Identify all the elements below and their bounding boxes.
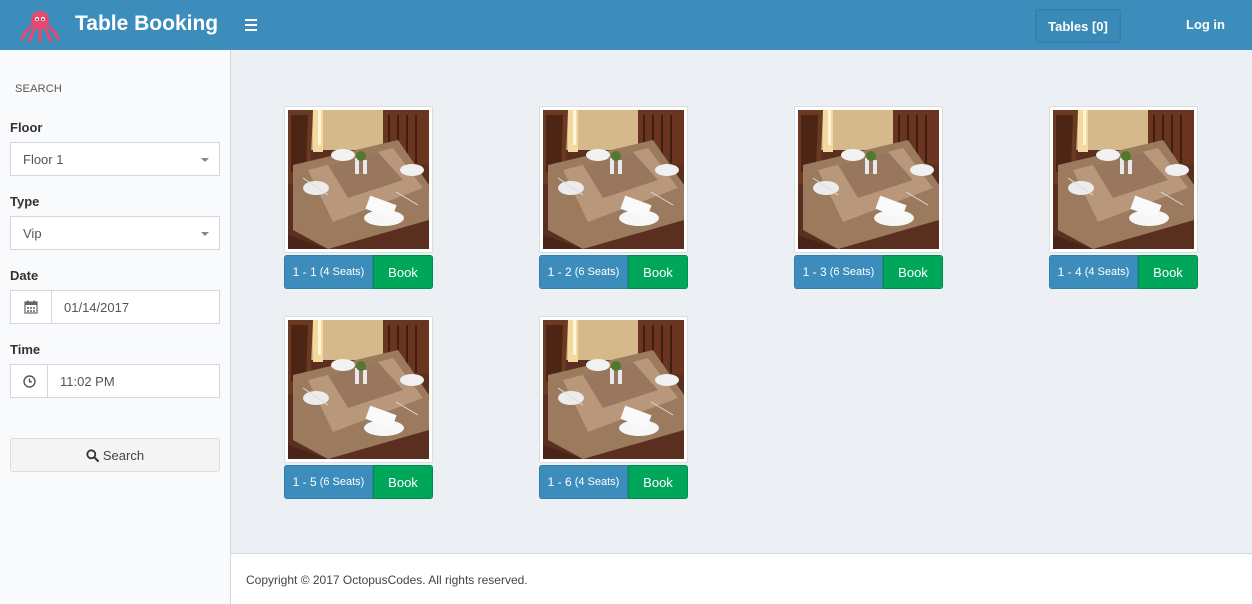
table-name: 1 - 4 [1057,265,1082,279]
table-name: 1 - 6 [547,475,572,489]
clock-icon[interactable] [11,365,48,397]
search-button-label: Search [102,447,145,463]
type-select[interactable]: Vip [10,216,220,250]
table-name: 1 - 1 [292,265,317,279]
table-seats: (6 Seats) [319,476,365,488]
table-card: 1 - 3 (6 Seats) Book [794,106,943,289]
tables-cart-button[interactable]: Tables [0] [1035,9,1121,43]
brand-title[interactable]: Table Booking [75,12,218,36]
table-name: 1 - 2 [547,265,572,279]
table-card: 1 - 5 (6 Seats) Book [284,316,433,499]
table-photo [543,110,684,249]
table-card: 1 - 2 (6 Seats) Book [539,106,688,289]
table-seats: (6 Seats) [574,266,620,278]
table-seats: (6 Seats) [829,266,875,278]
time-input-group[interactable]: 11:02 PM [10,364,220,398]
floor-select[interactable]: Floor 1 [10,142,220,176]
floor-select-value: Floor 1 [23,151,64,167]
type-select-value: Vip [23,225,42,241]
caret-down-icon [201,158,209,162]
table-name: 1 - 3 [802,265,827,279]
sidebar-toggle-icon[interactable] [240,14,262,36]
table-name-button[interactable]: 1 - 6 (4 Seats) [539,465,628,499]
table-thumbnail [1049,106,1198,253]
book-button[interactable]: Book [883,255,943,289]
search-heading: SEARCH [15,83,63,95]
table-card: 1 - 4 (4 Seats) Book [1049,106,1198,289]
table-name-button[interactable]: 1 - 3 (6 Seats) [794,255,883,289]
caret-down-icon [201,232,209,236]
table-name: 1 - 5 [292,475,317,489]
table-thumbnail [539,316,688,463]
table-thumbnail [284,316,433,463]
book-button[interactable]: Book [1138,255,1198,289]
floor-label: Floor [10,120,43,135]
copyright-text: Copyright © 2017 OctopusCodes. All right… [246,573,528,587]
table-seats: (4 Seats) [319,266,365,278]
table-thumbnail [794,106,943,253]
time-label: Time [10,342,41,357]
login-link[interactable]: Log in [1186,17,1225,32]
table-photo [1053,110,1194,249]
table-seats: (4 Seats) [1084,266,1130,278]
book-button[interactable]: Book [373,255,433,289]
date-input-group[interactable]: 01/14/2017 [10,290,220,324]
table-photo [288,320,429,459]
table-name-button[interactable]: 1 - 1 (4 Seats) [284,255,373,289]
table-seats: (4 Seats) [574,476,620,488]
search-icon [86,448,99,462]
table-name-button[interactable]: 1 - 5 (6 Seats) [284,465,373,499]
octopus-logo-icon [20,11,60,43]
calendar-icon[interactable] [11,291,52,323]
brand[interactable]: Table Booking [0,0,230,50]
table-card: 1 - 6 (4 Seats) Book [539,316,688,499]
table-photo [288,110,429,249]
date-input[interactable]: 01/14/2017 [52,291,219,323]
search-sidebar: SEARCH Floor Floor 1 Type Vip Date 01/14… [0,50,231,604]
book-button[interactable]: Book [628,465,688,499]
table-name-button[interactable]: 1 - 2 (6 Seats) [539,255,628,289]
table-thumbnail [284,106,433,253]
table-card: 1 - 1 (4 Seats) Book [284,106,433,289]
table-photo [543,320,684,459]
table-name-button[interactable]: 1 - 4 (4 Seats) [1049,255,1138,289]
book-button[interactable]: Book [373,465,433,499]
table-thumbnail [539,106,688,253]
table-photo [798,110,939,249]
type-label: Type [10,194,40,209]
top-navbar: Table Booking Tables [0] Log in [0,0,1252,50]
footer: Copyright © 2017 OctopusCodes. All right… [231,553,1252,604]
search-button[interactable]: Search [10,438,220,472]
date-label: Date [10,268,39,283]
book-button[interactable]: Book [628,255,688,289]
time-input[interactable]: 11:02 PM [48,365,219,397]
